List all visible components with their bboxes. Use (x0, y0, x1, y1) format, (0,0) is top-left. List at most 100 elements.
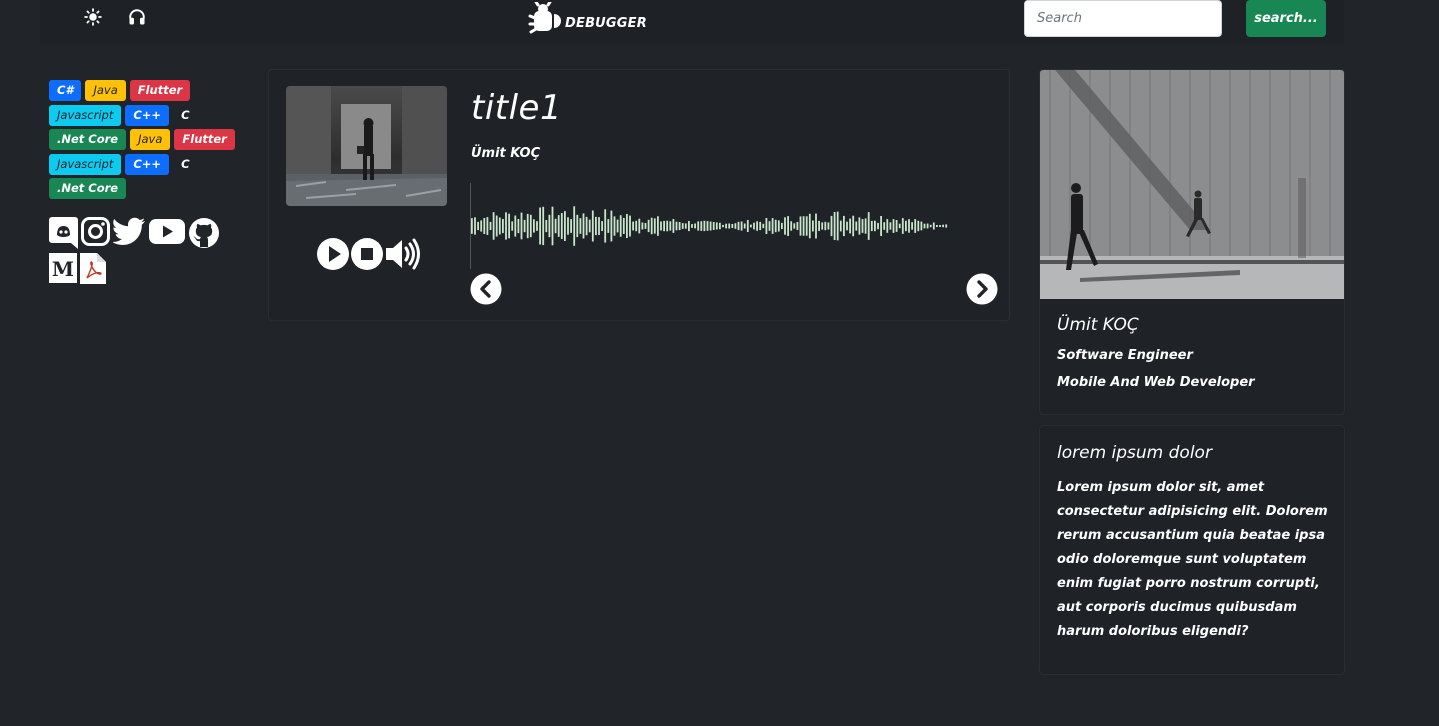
waveform-bar (576, 214, 579, 238)
audio-waveform[interactable] (470, 183, 955, 269)
headphones-icon[interactable] (128, 8, 146, 26)
waveform-bar (511, 221, 514, 231)
brand-logo[interactable]: DEBUGGER (528, 0, 647, 36)
waveform-bar (911, 222, 913, 230)
waveform-bars (471, 206, 948, 246)
waveform-bar (824, 221, 827, 231)
waveform-bar (706, 221, 709, 231)
waveform-bar (920, 221, 923, 231)
medium-icon[interactable]: M (49, 253, 77, 283)
waveform-bar (471, 218, 473, 234)
profile-subtitle: Mobile And Web Developer (1057, 375, 1255, 390)
next-track-icon[interactable] (966, 273, 998, 305)
waveform-bar (892, 219, 895, 233)
badge-c[interactable]: C (173, 154, 197, 175)
waveform-bar (570, 219, 572, 233)
waveform-bar (684, 223, 687, 229)
waveform-bar (505, 212, 507, 240)
waveform-bar (880, 216, 882, 236)
badge-cpp[interactable]: C++ (125, 153, 170, 175)
waveform-bar (709, 221, 712, 231)
waveform-bar (688, 221, 690, 232)
waveform-bar (889, 222, 892, 230)
waveform-bar (867, 212, 870, 240)
waveform-bar (604, 209, 607, 243)
waveform-bar (908, 219, 910, 233)
waveform-bar (746, 220, 749, 232)
waveform-bar (740, 221, 743, 231)
waveform-bar (812, 220, 814, 232)
about-body: Lorem ipsum dolor sit, amet consectetur … (1057, 480, 1328, 639)
waveform-bar (734, 223, 737, 229)
badge-c[interactable]: C (173, 105, 197, 126)
waveform-bar (697, 221, 700, 231)
waveform-bar (768, 221, 771, 231)
waveform-bar (905, 220, 907, 232)
waveform-bar (781, 222, 783, 230)
waveform-bar (861, 219, 864, 233)
waveform-bar (917, 220, 920, 232)
waveform-bar (852, 215, 855, 237)
stop-icon[interactable] (350, 237, 384, 271)
waveform-bar (929, 224, 932, 228)
waveform-bar (883, 222, 886, 230)
github-icon[interactable] (188, 217, 220, 249)
waveform-bar (833, 212, 836, 240)
theme-toggle-sun-icon[interactable] (84, 8, 102, 26)
waveform-bar (722, 224, 724, 228)
waveform-bar (790, 221, 793, 231)
badge-java[interactable]: Java (130, 129, 171, 151)
pdf-icon[interactable] (80, 253, 106, 284)
waveform-bar (703, 220, 706, 232)
waveform-bar (477, 221, 479, 231)
waveform-bar (846, 221, 848, 231)
badge-cpp[interactable]: C++ (125, 104, 170, 126)
badge-dotnet-core[interactable]: .Net Core (49, 178, 127, 200)
badge-javascript[interactable]: Javascript (49, 104, 122, 126)
about-title: lorem ipsum dolor (1057, 443, 1212, 463)
waveform-bar (694, 223, 696, 229)
search-input[interactable] (1024, 0, 1222, 37)
waveform-axis (470, 183, 471, 269)
waveform-bar (743, 223, 746, 229)
discord-icon[interactable] (49, 217, 78, 249)
waveform-bar (585, 216, 588, 236)
play-icon[interactable] (316, 237, 350, 271)
waveform-bar (830, 215, 833, 237)
waveform-bar (601, 221, 603, 231)
waveform-bar (756, 221, 758, 231)
waveform-bar (737, 221, 740, 231)
badge-dotnet-core[interactable]: .Net Core (49, 129, 127, 151)
brand-name: DEBUGGER (565, 16, 647, 31)
profile-name: Ümit KOÇ (1057, 315, 1139, 335)
waveform-bar (650, 217, 653, 235)
waveform-bar (657, 216, 659, 236)
profile-card: Ümit KOÇ Software Engineer Mobile And We… (1039, 69, 1345, 415)
waveform-bar (483, 218, 486, 234)
volume-icon[interactable] (384, 237, 422, 271)
badge-flutter[interactable]: Flutter (174, 129, 235, 151)
waveform-bar (502, 219, 504, 234)
waveform-bar (839, 220, 842, 232)
badge-flutter[interactable]: Flutter (129, 80, 191, 101)
waveform-bar (486, 217, 489, 235)
badge-javascript[interactable]: Javascript (49, 153, 122, 175)
waveform-bar (641, 222, 644, 230)
waveform-bar (836, 211, 839, 241)
waveform-bar (619, 215, 622, 237)
waveform-bar (796, 222, 799, 230)
twitter-icon[interactable] (113, 217, 146, 246)
previous-track-icon[interactable] (470, 273, 502, 305)
social-links: M (49, 217, 249, 288)
waveform-bar (573, 206, 576, 246)
instagram-icon[interactable] (81, 217, 110, 246)
waveform-bar (849, 218, 851, 234)
search-button[interactable]: search... (1246, 0, 1326, 37)
badge-csharp[interactable]: C# (49, 80, 82, 101)
youtube-icon[interactable] (149, 217, 185, 246)
waveform-bar (939, 225, 941, 227)
waveform-bar (700, 221, 703, 231)
waveform-bar (898, 223, 901, 229)
waveform-bar (777, 220, 780, 232)
badge-java[interactable]: Java (85, 80, 126, 101)
